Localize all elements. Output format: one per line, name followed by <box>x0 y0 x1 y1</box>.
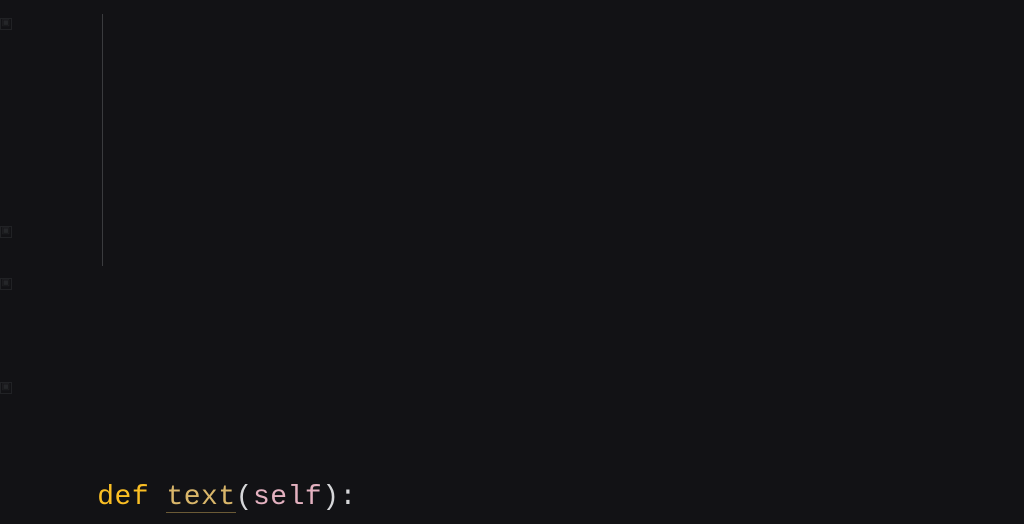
keyword-def: def <box>97 482 166 513</box>
indent-guide <box>102 14 103 266</box>
fold-icon[interactable]: ▣ <box>0 226 12 238</box>
fold-icon[interactable]: ▣ <box>0 18 12 30</box>
function-name: text <box>166 482 235 513</box>
code-block: def text(self): img=self.get_pictures() … <box>14 368 1024 524</box>
code-line: def text(self): <box>28 472 1024 524</box>
self-param: self <box>253 482 322 513</box>
code-editor[interactable]: ▣ ▣ ▣ ▣ def text(self): img=self.get_pic… <box>0 0 1024 524</box>
fold-icon[interactable]: ▣ <box>0 382 12 394</box>
gutter: ▣ ▣ ▣ ▣ <box>0 0 12 416</box>
fold-icon[interactable]: ▣ <box>0 278 12 290</box>
